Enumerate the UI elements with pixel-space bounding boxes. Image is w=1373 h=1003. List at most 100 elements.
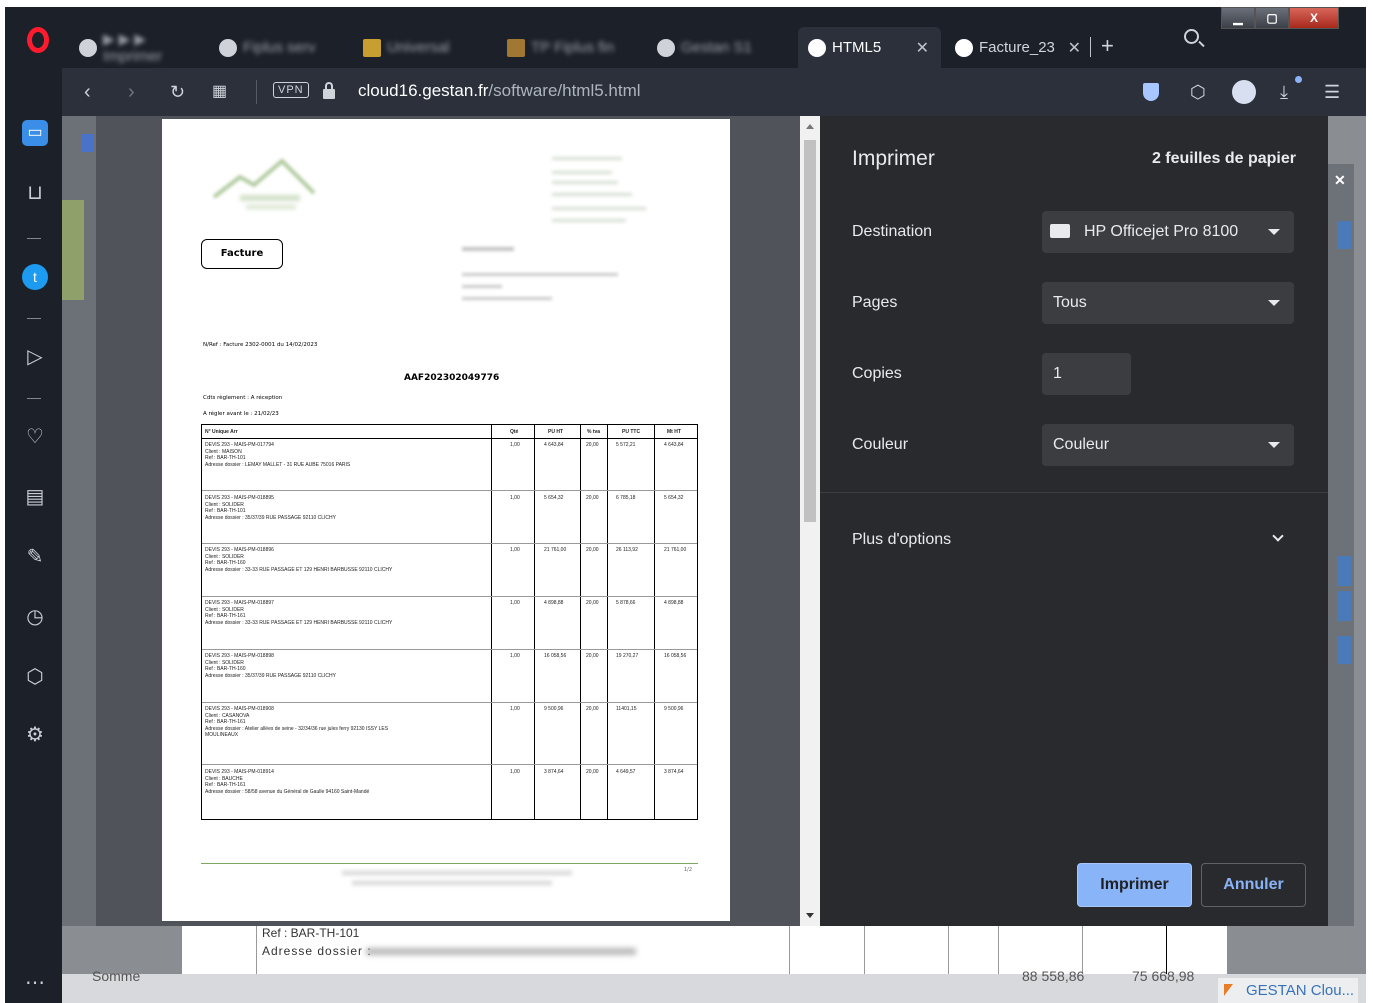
color-select[interactable]: Couleur (1042, 424, 1294, 466)
col-divider (580, 425, 581, 819)
url-path: /software/html5.html (488, 81, 641, 100)
row-pu-ttc: 11401,15 (616, 706, 637, 712)
snapshot-icon[interactable]: ✎ (22, 544, 48, 570)
opera-logo[interactable] (27, 27, 49, 53)
heart-icon[interactable]: ♡ (22, 424, 48, 450)
player-icon[interactable]: ▷ (22, 344, 48, 370)
tab-4[interactable]: TP Fiplus fin (497, 27, 645, 68)
globe-icon (955, 38, 973, 57)
tab-title: ▶ ▶ ▶ Imprimer (103, 31, 163, 65)
row-qty: 1,00 (510, 495, 520, 501)
row-pu-ttc: 6 785,18 (616, 495, 636, 501)
scroll-up-icon[interactable] (806, 124, 814, 129)
download-icon[interactable]: ⤓ (1280, 80, 1288, 104)
pages-select[interactable]: Tous (1042, 282, 1294, 324)
tab-5[interactable]: Gestan S1 (647, 27, 787, 68)
twitter-icon[interactable]: t (22, 264, 48, 290)
new-tab-button[interactable]: + (1101, 33, 1114, 59)
book-icon[interactable]: ⊔ (22, 180, 48, 206)
vpn-badge[interactable]: VPN (273, 82, 309, 98)
row-pu-ht: 4 643,84 (544, 442, 564, 448)
cube-icon[interactable]: ⬡ (1190, 80, 1206, 104)
copies-input[interactable]: 1 (1042, 353, 1131, 395)
destination-value: HP Officejet Pro 8100 (1084, 223, 1239, 240)
row-tva: 20,00 (586, 769, 599, 775)
back-icon[interactable]: ‹ (84, 80, 91, 104)
tab-title: Gestan S1 (681, 39, 752, 56)
forward-icon[interactable]: › (128, 80, 135, 104)
easy-setup-icon[interactable]: ▦ (212, 80, 227, 104)
history-icon[interactable]: ◷ (22, 604, 48, 630)
browser-window: ▶ ▶ ▶ Imprimer Fiplus serv Universal TP … (5, 7, 1366, 1003)
scroll-down-icon[interactable] (806, 913, 814, 918)
tab-3[interactable]: Universal (353, 27, 495, 68)
more-options-toggle[interactable]: Plus d'options (852, 531, 951, 549)
row-tva: 20,00 (586, 706, 599, 712)
tab-bar: ▶ ▶ ▶ Imprimer Fiplus serv Universal TP … (5, 7, 1366, 68)
briefcase-icon[interactable]: ▭ (22, 120, 48, 146)
row-pu-ht: 5 654,32 (544, 495, 564, 501)
destination-label: Destination (852, 223, 933, 240)
gestan-footer-brand[interactable]: GESTAN Clou... (1218, 978, 1358, 1003)
bg-expand-icon[interactable] (1337, 221, 1351, 249)
row-divider (202, 543, 697, 544)
row-tva: 20,00 (586, 653, 599, 659)
row-pu-ht: 21 761,00 (544, 547, 567, 553)
printer-icon (1050, 224, 1070, 238)
header-divider (202, 438, 697, 439)
chevron-down-icon[interactable] (1272, 530, 1284, 542)
tab-favicon-icon (507, 38, 525, 57)
search-tabs-icon[interactable] (1184, 29, 1199, 44)
shield-icon[interactable] (1143, 83, 1159, 101)
bg-address-blur (366, 948, 636, 955)
search-tabs-handle (1198, 40, 1205, 48)
copies-label: Copies (852, 365, 902, 382)
invoice-table: N° Unique Arr Qté PU HT % tva PU TTC Mt … (201, 424, 698, 820)
profile-avatar[interactable] (1232, 80, 1256, 104)
row-qty: 1,00 (510, 653, 520, 659)
bg-expand-icon[interactable] (1337, 591, 1351, 621)
client-block-blur (462, 297, 552, 300)
preview-scroll-thumb[interactable] (804, 140, 816, 522)
cancel-button[interactable]: Annuler (1201, 863, 1306, 907)
tab-facture[interactable]: Facture_23 ✕ (945, 27, 1085, 68)
destination-select[interactable]: HP Officejet Pro 8100 (1042, 211, 1294, 253)
address-bar[interactable]: cloud16.gestan.fr/software/html5.html (358, 81, 641, 101)
row-mt-ht: 5 654,32 (664, 495, 684, 501)
extensions-cube-icon[interactable]: ⬡ (22, 664, 48, 690)
client-block-blur (462, 285, 502, 288)
easy-setup-menu-icon[interactable]: ☰ (1324, 80, 1340, 104)
maximize-button[interactable]: ▢ (1255, 7, 1289, 29)
reload-icon[interactable]: ↻ (170, 80, 185, 104)
invoice-number: AAF202302049776 (404, 373, 500, 383)
options-divider (820, 492, 1328, 493)
tab-1[interactable]: ▶ ▶ ▶ Imprimer (69, 27, 207, 68)
col-divider (654, 425, 655, 819)
sheet-count: 2 feuilles de papier (1151, 150, 1296, 167)
bg-expand-icon[interactable] (1337, 636, 1351, 664)
th-pu-ttc: PU TTC (622, 429, 641, 435)
company-address-blur (552, 207, 646, 210)
col-divider (534, 425, 535, 819)
bg-close-icon[interactable]: ✕ (1334, 172, 1346, 189)
tab-close-icon[interactable]: ✕ (1068, 38, 1081, 58)
company-address-blur (552, 193, 632, 196)
print-button[interactable]: Imprimer (1077, 863, 1192, 907)
bg-app-right-panel (1328, 164, 1354, 926)
download-dot (1295, 76, 1302, 83)
settings-gear-icon[interactable]: ⚙ (22, 722, 48, 748)
tab-close-icon[interactable]: ✕ (916, 38, 929, 58)
row-pu-ht: 3 874,64 (544, 769, 564, 775)
row-pu-ttc: 26 113,92 (616, 547, 638, 553)
close-window-button[interactable]: X (1289, 7, 1339, 29)
row-qty: 1,00 (510, 706, 520, 712)
payment-conditions: Cdts règlement : A réception (203, 395, 283, 401)
minimize-button[interactable]: ▁ (1221, 7, 1255, 29)
tab-2[interactable]: Fiplus serv (209, 27, 351, 68)
more-icon[interactable]: ⋯ (22, 970, 48, 996)
tab-html5[interactable]: HTML5 ✕ (798, 27, 941, 68)
news-icon[interactable]: ▤ (22, 484, 48, 510)
row-tva: 20,00 (586, 495, 599, 501)
bg-app-icon (81, 134, 93, 152)
bg-expand-icon[interactable] (1337, 556, 1351, 586)
